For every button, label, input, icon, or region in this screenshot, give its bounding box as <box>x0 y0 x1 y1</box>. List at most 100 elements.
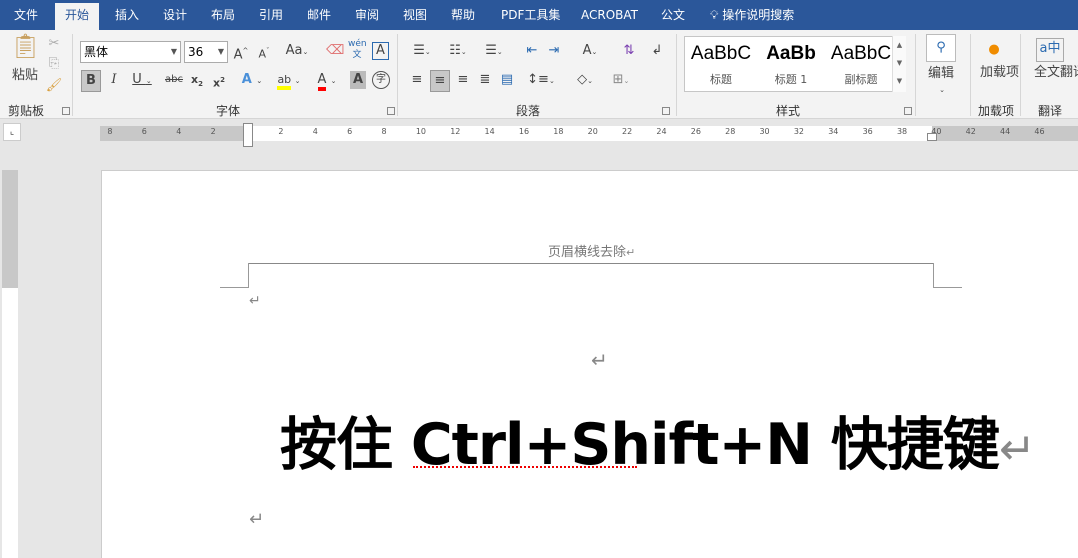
ruler-tick-label: 10 <box>415 127 426 136</box>
font-name-select[interactable]: 黑体 ▼ <box>80 41 181 63</box>
character-border-icon[interactable]: A <box>372 42 389 60</box>
tab-layout[interactable]: 布局 <box>201 0 245 30</box>
dialog-launcher-icon[interactable] <box>62 107 70 115</box>
ruler-tick-label: 38 <box>896 127 908 136</box>
search-icon[interactable]: ⚲ <box>926 34 956 62</box>
dialog-launcher-icon[interactable] <box>904 107 912 115</box>
styles-group-label: 样式 <box>776 104 801 118</box>
style-title[interactable]: AaBbC 标题 <box>687 43 755 87</box>
ruler-tick-label: 36 <box>862 127 873 136</box>
paragraph-group-label: 段落 <box>516 104 541 118</box>
multilevel-list-icon[interactable]: ☰⌄ <box>480 41 508 63</box>
numbering-icon[interactable]: ☷⌄ <box>444 41 472 63</box>
align-right-icon[interactable]: ≡ <box>454 70 472 92</box>
addins-button[interactable]: 加载项 <box>980 66 1019 96</box>
asian-layout-icon[interactable]: A⌄ <box>576 41 604 63</box>
style-heading-1[interactable]: AaBb 标题 1 <box>757 43 825 87</box>
vertical-ruler[interactable] <box>2 170 18 558</box>
tab-view[interactable]: 视图 <box>393 0 437 30</box>
styles-scroll[interactable]: ▲ ▼ ▼ <box>892 36 906 92</box>
tell-me-search[interactable]: 💡︎ 操作说明搜索 <box>700 0 804 30</box>
tab-file[interactable]: 文件 <box>4 0 48 30</box>
dialog-launcher-icon[interactable] <box>662 107 670 115</box>
tab-review[interactable]: 审阅 <box>345 0 389 30</box>
shading-icon[interactable]: ◇⌄ <box>570 70 600 92</box>
line-spacing-icon[interactable]: ↕≡⌄ <box>526 70 556 92</box>
sort-icon[interactable]: ⇅ <box>620 41 638 63</box>
ruler-tick-label: 6 <box>347 127 353 136</box>
increase-indent-icon[interactable]: ⇥ <box>545 41 563 63</box>
strikethrough-button[interactable]: abc <box>164 70 184 92</box>
font-group-label: 字体 <box>216 104 241 118</box>
show-marks-icon[interactable]: ↲ <box>650 41 664 63</box>
ruler-tick-label: 12 <box>450 127 461 136</box>
ruler-tick-label: 4 <box>312 127 318 136</box>
document-page[interactable]: 页眉横线去除↵ ↵ ↵ 按住 Ctrl+Shift+N 快捷键↵ ↵ <box>101 170 1078 558</box>
superscript-button[interactable]: x2 <box>210 70 228 92</box>
font-size-select[interactable]: 36 ▼ <box>184 41 228 63</box>
full-translate-button[interactable]: 全文翻译 <box>1034 66 1078 96</box>
tab-pdf-tools[interactable]: PDF工具集 <box>491 0 570 30</box>
tab-acrobat[interactable]: ACROBAT <box>571 0 648 30</box>
ruler-tick-label: 22 <box>622 127 633 136</box>
subscript-button[interactable]: x2 <box>188 70 206 92</box>
horizontal-ruler-area: ⌞ 8 6 4 2 2 4 6 8 10 12 14 16 18 20 22 24 26 28 30 32 34 36 38… <box>0 119 1078 170</box>
bullets-icon[interactable]: ☰⌄ <box>408 41 436 63</box>
justify-icon[interactable]: ≣ <box>476 70 494 92</box>
borders-icon[interactable]: ⊞⌄ <box>606 70 636 92</box>
align-left-icon[interactable]: ≡ <box>408 70 426 92</box>
spellcheck-underline <box>413 465 637 468</box>
grow-font-icon[interactable]: A^ <box>232 41 250 63</box>
ruler-tick-label: 42 <box>965 127 976 136</box>
indent-marker[interactable] <box>243 123 253 147</box>
header-text[interactable]: 页眉横线去除↵ <box>548 241 635 260</box>
ribbon: 📋︎ 粘贴 ✂ ⎘ 🖌︎ 剪贴板 黑体 ▼ 36 ▼ A^ Aˇ Aa⌄ ⌫ wén… <box>0 30 1078 119</box>
body-text[interactable]: 按住 Ctrl+Shift+N 快捷键↵ <box>280 399 1036 481</box>
paragraph-mark: ↵ <box>249 293 261 309</box>
format-painter-icon[interactable]: 🖌︎ <box>44 76 64 98</box>
phonetic-guide-icon[interactable]: wén 文 <box>348 39 367 61</box>
paste-button[interactable]: 粘贴 <box>8 66 42 88</box>
tab-design[interactable]: 设计 <box>153 0 197 30</box>
tab-official-doc[interactable]: 公文 <box>651 0 695 30</box>
paste-icon[interactable]: 📋︎ <box>10 34 40 66</box>
tab-references[interactable]: 引用 <box>249 0 293 30</box>
character-shading-icon[interactable]: A <box>350 71 366 89</box>
ruler-tick-label: 20 <box>587 127 598 136</box>
styles-gallery: AaBbC 标题 AaBb 标题 1 AaBbC 副标题 <box>684 36 906 92</box>
copy-icon[interactable]: ⎘ <box>44 54 64 76</box>
bold-button[interactable]: B <box>81 70 101 92</box>
style-subtitle[interactable]: AaBbC 副标题 <box>827 43 895 87</box>
ruler-tick-label: 32 <box>793 127 805 136</box>
ruler-tick-label: 8 <box>107 127 113 136</box>
enclose-characters-icon[interactable]: 字 <box>372 71 390 89</box>
paragraph-mark: ↵ <box>249 509 265 530</box>
tab-home[interactable]: 开始 <box>55 3 100 30</box>
right-indent-marker[interactable] <box>927 133 937 141</box>
highlight-color-button[interactable]: ab ⌄ <box>274 70 304 92</box>
ruler-tick-label: 24 <box>656 127 667 136</box>
text-effects-button[interactable]: A ⌄ <box>238 70 266 92</box>
shrink-font-icon[interactable]: Aˇ <box>256 41 272 63</box>
decrease-indent-icon[interactable]: ⇤ <box>523 41 541 63</box>
change-case-icon[interactable]: Aa⌄ <box>283 41 311 63</box>
clear-format-icon[interactable]: ⌫ <box>326 41 344 63</box>
font-color-button[interactable]: A ⌄ <box>312 70 342 92</box>
ruler-tick-label: 6 <box>141 127 147 136</box>
tab-stop-selector[interactable]: ⌞ <box>3 123 21 141</box>
clipboard-group-label: 剪贴板 <box>8 104 45 118</box>
underline-button[interactable]: U ⌄ <box>128 70 156 92</box>
header-line <box>248 263 933 264</box>
lightbulb-icon: 💡︎ <box>710 8 719 22</box>
ruler-tick-label: 2 <box>278 127 284 136</box>
dialog-launcher-icon[interactable] <box>387 107 395 115</box>
tab-insert[interactable]: 插入 <box>105 0 149 30</box>
ruler-tick-label: 28 <box>725 127 736 136</box>
tab-mailings[interactable]: 邮件 <box>297 0 341 30</box>
italic-button[interactable]: I <box>106 70 122 92</box>
margin-corner <box>933 263 962 288</box>
distributed-icon[interactable]: ▤ <box>498 70 516 92</box>
tab-help[interactable]: 帮助 <box>441 0 485 30</box>
cut-icon[interactable]: ✂ <box>44 34 64 56</box>
align-center-icon[interactable]: ≡ <box>430 70 450 92</box>
